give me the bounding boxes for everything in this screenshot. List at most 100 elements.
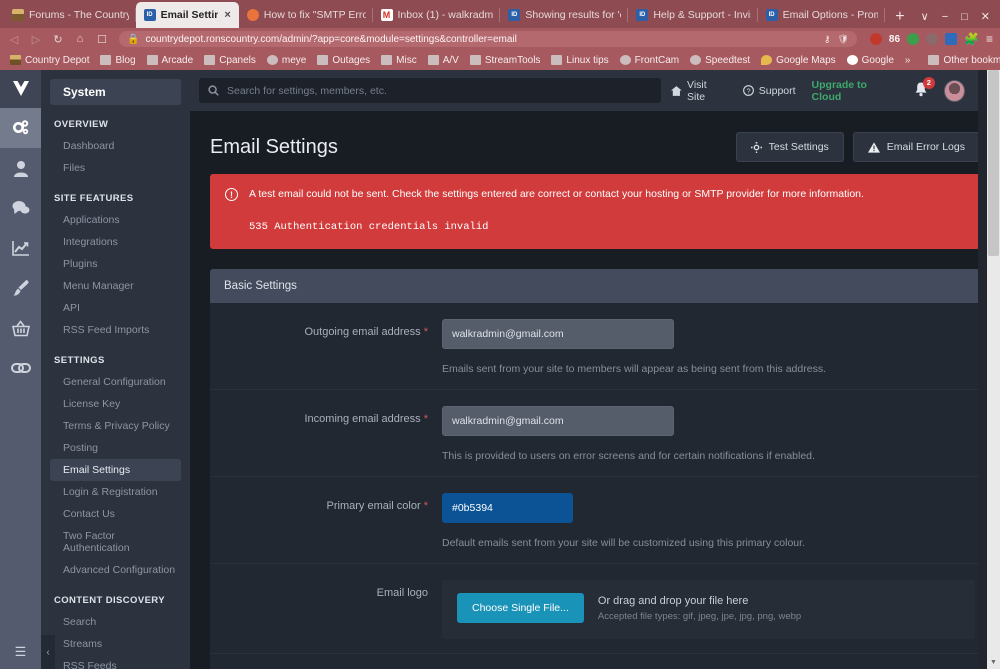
sidebar-item-rss-feed-imports[interactable]: RSS Feed Imports	[50, 319, 181, 341]
shield-icon[interactable]: 🛡	[837, 34, 848, 45]
primary-email-color-input[interactable]: #0b5394	[442, 492, 573, 523]
gmail-icon	[380, 9, 393, 21]
new-tab-button[interactable]: +	[885, 9, 914, 28]
browser-tab[interactable]: Email Options - Promote	[758, 2, 886, 28]
upgrade-to-cloud-link[interactable]: Upgrade to Cloud	[812, 79, 898, 103]
sidebar-item-rss-feeds[interactable]: RSS Feeds	[50, 655, 181, 669]
sidebar-item-search[interactable]: Search	[50, 611, 181, 633]
scroll-down-icon[interactable]: ▼	[987, 656, 1000, 669]
url-input[interactable]: 🔒 countrydepot.ronscountry.com/admin/?ap…	[119, 31, 857, 47]
visit-site-link[interactable]: Visit Site	[671, 79, 727, 103]
bookmark-item[interactable]: meye	[263, 54, 310, 67]
sidebar-item-login-registration[interactable]: Login & Registration	[50, 481, 181, 503]
test-settings-button[interactable]: Test Settings	[735, 132, 844, 162]
sidebar-item-general-configuration[interactable]: General Configuration	[50, 371, 181, 393]
sidebar-item-posting[interactable]: Posting	[50, 437, 181, 459]
scrollbar-thumb[interactable]	[988, 70, 999, 256]
rail-item-members[interactable]	[0, 148, 41, 188]
sidebar-item-api[interactable]: API	[50, 297, 181, 319]
sidebar-item-menu-manager[interactable]: Menu Manager	[50, 275, 181, 297]
extension-icon-blue[interactable]	[945, 33, 958, 45]
bookmarks-overflow-icon[interactable]: »	[901, 55, 915, 66]
maximize-button[interactable]: □	[961, 12, 968, 23]
outgoing-email-input[interactable]: walkradmin@gmail.com	[442, 318, 674, 349]
search-input[interactable]: Search for settings, members, etc.	[199, 78, 662, 103]
sidebar-item-advanced-configuration[interactable]: Advanced Configuration	[50, 559, 181, 581]
reload-icon[interactable]: ↻	[51, 33, 65, 46]
extension-icon-red[interactable]	[869, 33, 882, 45]
tab-list-icon[interactable]: ∨	[921, 12, 929, 23]
close-icon[interactable]: ×	[223, 9, 231, 21]
label-text: Incoming email address	[304, 412, 421, 425]
primary-email-color-hint: Default emails sent from your site will …	[442, 536, 805, 549]
bookmark-item[interactable]: Google	[843, 54, 898, 67]
rail-item-community[interactable]	[0, 188, 41, 228]
search-icon	[208, 85, 219, 96]
incoming-email-input[interactable]: walkradmin@gmail.com	[442, 405, 674, 436]
key-icon[interactable]: ⚷	[824, 34, 831, 45]
sidebar-item-contact-us[interactable]: Contact Us	[50, 503, 181, 525]
bookmark-item[interactable]: Linux tips	[547, 54, 612, 67]
notifications-button[interactable]: 2	[914, 76, 935, 100]
browser-menu-icon[interactable]: ≡	[986, 32, 993, 46]
page-scrollbar[interactable]: ▲ ▼	[987, 70, 1000, 669]
svg-text:?: ?	[746, 86, 750, 95]
invision-icon	[636, 9, 649, 21]
bookmark-label: Arcade	[161, 54, 194, 66]
browser-tab[interactable]: Showing results for 'ema	[500, 2, 629, 28]
support-link[interactable]: ? Support	[742, 85, 796, 97]
sidebar-item-email-settings[interactable]: Email Settings	[50, 459, 181, 481]
bookmark-item[interactable]: FrontCam	[616, 54, 683, 67]
browser-tab-active[interactable]: Email Settings ×	[135, 2, 239, 28]
sidebar-item-plugins[interactable]: Plugins	[50, 253, 181, 275]
other-bookmarks-button[interactable]: Other bookmarks	[924, 54, 1000, 67]
hamburger-icon[interactable]: ☰	[0, 635, 41, 669]
puzzle-icon[interactable]: 🧩	[964, 32, 979, 46]
avatar[interactable]	[943, 79, 966, 102]
other-bookmarks-label: Other bookmarks	[943, 54, 1000, 66]
sidebar-item-applications[interactable]: Applications	[50, 209, 181, 231]
bookmark-item[interactable]: Cpanels	[200, 54, 260, 67]
minimize-button[interactable]: −	[942, 12, 948, 23]
bookmark-item[interactable]: StreamTools	[466, 54, 545, 67]
sidebar-item-license-key[interactable]: License Key	[50, 393, 181, 415]
rail-item-commerce[interactable]	[0, 308, 41, 348]
browser-tab[interactable]: Forums - The Country De	[4, 2, 136, 28]
omnibox-actions: ⚷ 🛡	[824, 34, 849, 45]
file-dropzone[interactable]: Choose Single File... Or drag and drop y…	[442, 579, 975, 639]
bookmark-item[interactable]: Blog	[96, 54, 139, 67]
extension-icon-grey[interactable]	[926, 33, 939, 45]
sidebar-item-files[interactable]: Files	[50, 157, 181, 179]
extension-icon-green[interactable]	[907, 33, 920, 45]
rail-item-stats[interactable]	[0, 228, 41, 268]
rail-item-promotion[interactable]	[0, 348, 41, 388]
sidebar-item-streams[interactable]: Streams	[50, 633, 181, 655]
sidebar-collapse-button[interactable]: ‹	[41, 635, 55, 669]
home-icon	[671, 85, 682, 96]
sidebar-item-integrations[interactable]: Integrations	[50, 231, 181, 253]
browser-tab[interactable]: How to fix "SMTP Error: C	[239, 2, 373, 28]
browser-tab[interactable]: Help & Support - Invision	[628, 2, 758, 28]
bookmark-item[interactable]: Country Depot	[6, 54, 93, 67]
rail-item-customization[interactable]	[0, 268, 41, 308]
bookmark-item[interactable]: Speedtest	[686, 54, 754, 67]
rail-item-system[interactable]	[0, 108, 41, 148]
email-error-logs-button[interactable]: Email Error Logs	[852, 132, 980, 162]
browser-tab[interactable]: Inbox (1) - walkradmin@	[373, 2, 501, 28]
bookmark-label: Cpanels	[219, 54, 256, 66]
close-window-button[interactable]: ✕	[981, 12, 990, 23]
sidebar-item-two-factor-authentication[interactable]: Two Factor Authentication	[50, 525, 181, 559]
bookmark-item[interactable]: Arcade	[143, 54, 198, 67]
forward-icon[interactable]: ▷	[29, 33, 43, 46]
reader-icon[interactable]: ☐	[95, 33, 109, 46]
sidebar-item-terms-privacy-policy[interactable]: Terms & Privacy Policy	[50, 415, 181, 437]
bookmark-item[interactable]: Google Maps	[757, 54, 839, 67]
bookmark-item[interactable]: Misc	[377, 54, 421, 67]
sidebar-item-dashboard[interactable]: Dashboard	[50, 135, 181, 157]
back-icon[interactable]: ◁	[7, 33, 21, 46]
choose-single-file-button[interactable]: Choose Single File...	[457, 592, 584, 623]
bookmark-item[interactable]: A/V	[424, 54, 463, 67]
bookmark-item[interactable]: Outages	[313, 54, 374, 67]
invision-logo-icon[interactable]	[0, 70, 41, 108]
home-icon[interactable]: ⌂	[73, 33, 87, 45]
